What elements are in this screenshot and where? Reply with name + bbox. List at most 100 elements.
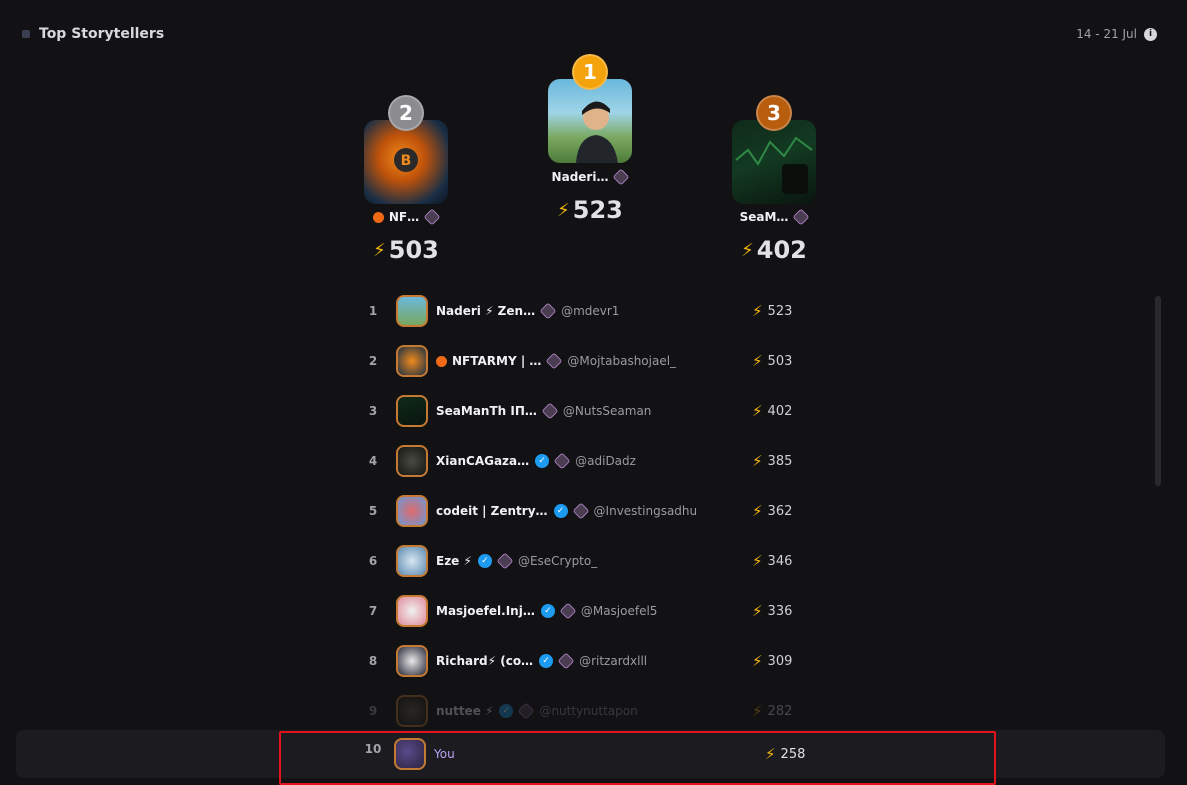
section-marker-icon [22, 30, 30, 38]
row-rank: 1 [368, 304, 378, 318]
lightning-icon: ⚡ [752, 652, 763, 670]
info-icon[interactable]: i [1144, 27, 1157, 41]
badge-icon [613, 168, 630, 186]
current-user-score: ⚡ 258 [765, 745, 805, 763]
badge-icon [539, 302, 557, 320]
avatar [396, 695, 428, 727]
row-score-value: 282 [767, 703, 793, 719]
table-row[interactable]: 4 XianCAGaza… ✓ @adiDadz ⚡ 385 [360, 436, 820, 486]
lightning-icon: ⚡ [752, 552, 763, 570]
row-handle[interactable]: @Mojtabashojael_ [567, 354, 676, 368]
lightning-icon: ⚡ [752, 302, 763, 320]
row-score: ⚡ 385 [752, 452, 792, 470]
table-row[interactable]: 6 Eze ⚡ ✓ @EseCrypto_ ⚡ 346 [360, 536, 820, 586]
badge-icon [792, 208, 810, 226]
avatar [396, 295, 428, 327]
row-score: ⚡ 362 [752, 502, 792, 520]
current-user-score-value: 258 [780, 746, 806, 762]
avatar [396, 645, 428, 677]
row-handle[interactable]: @Investingsadhu [594, 504, 698, 518]
row-score-value: 402 [767, 403, 793, 419]
row-rank: 5 [368, 504, 378, 518]
row-name: Eze ⚡ [436, 554, 472, 568]
row-handle[interactable]: @nuttynuttapon [539, 704, 637, 718]
podium-first-name: Naderi… [525, 168, 655, 186]
current-user-row[interactable]: 10 You ⚡ 258 [360, 736, 830, 772]
badge-icon [518, 702, 535, 720]
badge-icon [557, 652, 575, 670]
podium-second-name: NF… [341, 208, 471, 226]
verified-icon: ✓ [499, 704, 514, 718]
podium-second-score-value: 503 [388, 236, 439, 264]
podium-second-name-label: NF… [388, 210, 420, 224]
row-name: Richard⚡ (co… [436, 654, 534, 668]
avatar [396, 495, 428, 527]
avatar-second: B [364, 120, 448, 204]
podium-first-score: ⚡ 523 [525, 196, 655, 224]
avatar-first [548, 79, 632, 163]
avatar [396, 345, 428, 377]
row-score-value: 385 [767, 453, 793, 469]
leaderboard-list[interactable]: 1 Naderi ⚡ Zen… @mdevr1 ⚡ 523 2 NFTARMY |… [360, 286, 820, 736]
row-score-value: 523 [767, 303, 793, 319]
row-name: XianCAGaza… [436, 454, 530, 468]
row-handle[interactable]: @mdevr1 [561, 304, 619, 318]
avatar [396, 545, 428, 577]
row-score-value: 503 [767, 353, 793, 369]
row-score-value: 309 [767, 653, 793, 669]
table-row[interactable]: 3 SeaManTh IП… @NutsSeaman ⚡ 402 [360, 386, 820, 436]
orange-dot-icon [372, 211, 384, 223]
date-range: 14 - 21 Jul i [1076, 27, 1157, 41]
verified-icon: ✓ [553, 504, 568, 518]
row-name: Masjoefel.Inj… [436, 604, 535, 618]
row-score-value: 362 [767, 503, 793, 519]
row-handle[interactable]: @adiDadz [575, 454, 636, 468]
orange-dot-icon [436, 355, 447, 367]
row-name: SeaManTh IП… [436, 404, 537, 418]
row-rank: 9 [368, 704, 378, 718]
row-score: ⚡ 282 [752, 702, 792, 720]
row-name: nuttee ⚡ [436, 704, 494, 718]
rank-badge-third: 3 [756, 95, 792, 131]
avatar [396, 395, 428, 427]
podium-second-score: ⚡ 503 [341, 236, 471, 264]
row-score: ⚡ 346 [752, 552, 792, 570]
podium-third-score-value: 402 [756, 236, 807, 264]
avatar-third [732, 120, 816, 204]
badge-icon [541, 402, 559, 420]
row-score-value: 336 [767, 603, 793, 619]
row-score-value: 346 [767, 553, 793, 569]
row-rank: 8 [368, 654, 378, 668]
row-rank: 7 [368, 604, 378, 618]
table-row[interactable]: 2 NFTARMY | … @Mojtabashojael_ ⚡ 503 [360, 336, 820, 386]
badge-icon [496, 552, 514, 570]
date-range-label: 14 - 21 Jul [1076, 27, 1137, 41]
table-row[interactable]: 5 codeit | Zentry… ✓ @Investingsadhu ⚡ 36… [360, 486, 820, 536]
podium-first-score-value: 523 [572, 196, 623, 224]
row-handle[interactable]: @NutsSeaman [563, 404, 652, 418]
lightning-icon: ⚡ [765, 745, 776, 763]
row-score: ⚡ 402 [752, 402, 792, 420]
table-row[interactable]: 7 Masjoefel.Inj… ✓ @Masjoefel5 ⚡ 336 [360, 586, 820, 636]
rank-badge-first: 1 [572, 54, 608, 90]
row-rank: 6 [368, 554, 378, 568]
podium-first-name-label: Naderi… [551, 170, 609, 184]
verified-icon: ✓ [539, 654, 554, 668]
table-row[interactable]: 8 Richard⚡ (co… ✓ @ritzardxlll ⚡ 309 [360, 636, 820, 686]
lightning-icon: ⚡ [752, 452, 763, 470]
row-name: NFTARMY | … [452, 354, 542, 368]
row-handle[interactable]: @ritzardxlll [579, 654, 647, 668]
lightning-icon: ⚡ [557, 199, 570, 221]
table-row[interactable]: 9 nuttee ⚡ ✓ @nuttynuttapon ⚡ 282 [360, 686, 820, 736]
verified-icon: ✓ [540, 604, 555, 618]
list-scrollbar[interactable] [1155, 296, 1161, 486]
verified-icon: ✓ [535, 454, 550, 468]
podium-third-score: ⚡ 402 [709, 236, 839, 264]
current-user-rank: 10 [364, 742, 382, 756]
lightning-icon: ⚡ [752, 502, 763, 520]
table-row[interactable]: 1 Naderi ⚡ Zen… @mdevr1 ⚡ 523 [360, 286, 820, 336]
badge-icon [559, 602, 577, 620]
row-handle[interactable]: @Masjoefel5 [581, 604, 658, 618]
row-name: Naderi ⚡ Zen… [436, 304, 536, 318]
row-handle[interactable]: @EseCrypto_ [518, 554, 597, 568]
